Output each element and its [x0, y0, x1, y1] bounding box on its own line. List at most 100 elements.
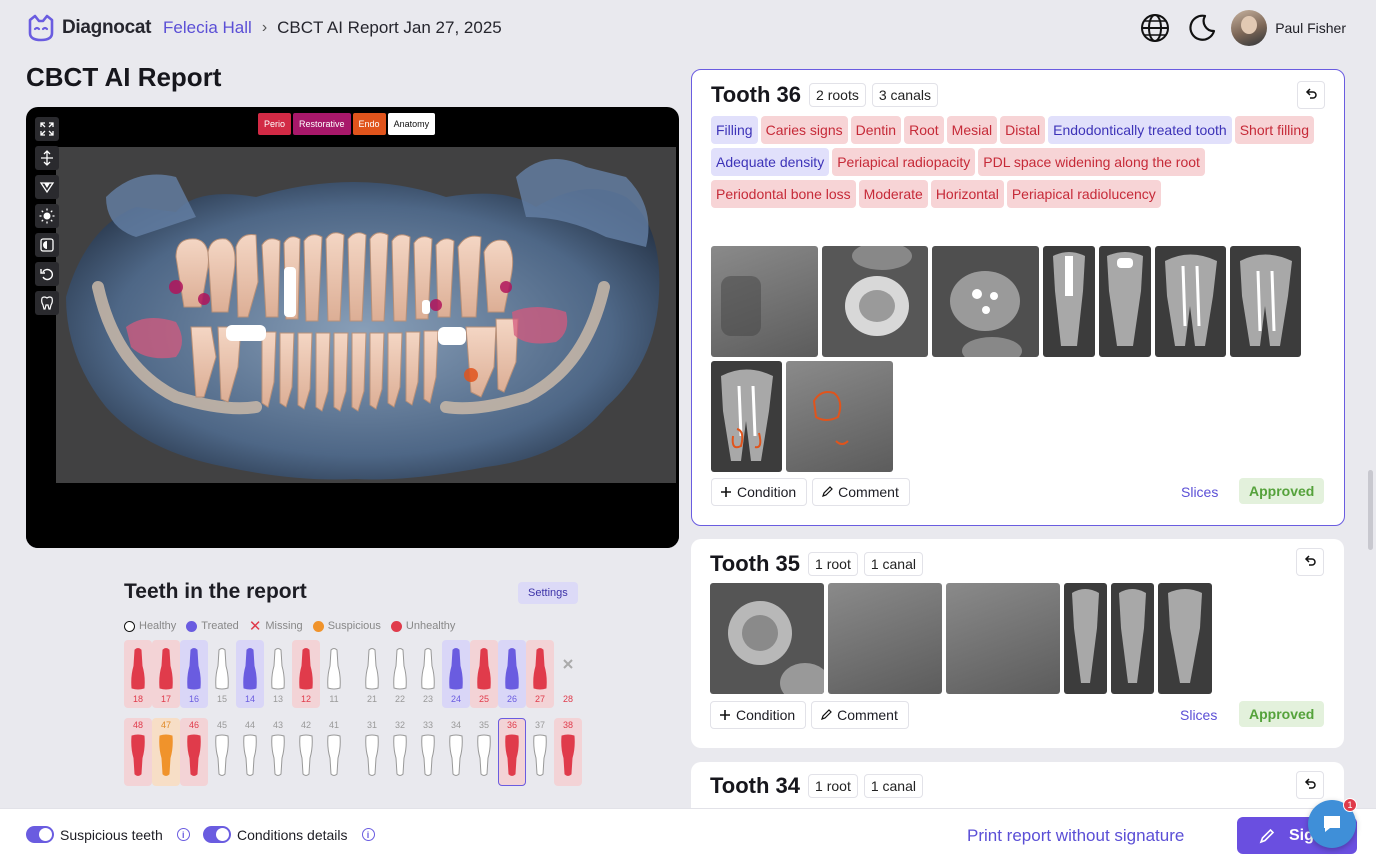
tooth-15[interactable]: 15: [208, 640, 236, 708]
user-name[interactable]: Paul Fisher: [1275, 20, 1346, 36]
slices-link[interactable]: Slices: [1181, 484, 1218, 500]
tooth-26[interactable]: 26: [498, 640, 526, 708]
condition-tag[interactable]: PDL space widening along the root: [978, 148, 1205, 176]
undo-button[interactable]: [1296, 548, 1324, 576]
tooth-31[interactable]: 31: [358, 718, 386, 786]
tooth-37[interactable]: 37: [526, 718, 554, 786]
print-without-signature-link[interactable]: Print report without signature: [967, 826, 1184, 846]
tooth-view-icon[interactable]: [35, 291, 59, 315]
add-comment-button[interactable]: Comment: [811, 701, 909, 729]
undo-button[interactable]: [1296, 771, 1324, 799]
tooth-27[interactable]: 27: [526, 640, 554, 708]
condition-tag[interactable]: Caries signs: [760, 116, 848, 144]
tooth-48[interactable]: 48: [124, 718, 152, 786]
tooth-23[interactable]: 23: [414, 640, 442, 708]
tooth-25[interactable]: 25: [470, 640, 498, 708]
app-logo[interactable]: Diagnocat: [26, 13, 151, 43]
globe-icon[interactable]: [1139, 12, 1171, 44]
tooth-32[interactable]: 32: [386, 718, 414, 786]
tooth-card-36[interactable]: Tooth 36 2 roots 3 canals Filling Caries …: [691, 69, 1345, 526]
contrast-icon[interactable]: [35, 233, 59, 257]
brightness-icon[interactable]: [35, 204, 59, 228]
split-vertical-icon[interactable]: [35, 146, 59, 170]
approved-badge[interactable]: Approved: [1239, 478, 1325, 504]
slice-thumbnail[interactable]: [1155, 246, 1226, 357]
condition-tag[interactable]: Adequate density: [711, 148, 830, 176]
scrollbar[interactable]: [1368, 470, 1373, 550]
condition-tag[interactable]: Mesial: [946, 116, 998, 144]
slice-thumbnail[interactable]: [711, 246, 818, 357]
expand-icon[interactable]: [35, 117, 59, 141]
slice-thumbnail[interactable]: [828, 583, 942, 694]
tooth-11[interactable]: 11: [320, 640, 348, 708]
slice-thumbnail[interactable]: [822, 246, 928, 357]
tooth-34[interactable]: 34: [442, 718, 470, 786]
layer-anatomy[interactable]: Anatomy: [387, 113, 436, 135]
suspicious-teeth-toggle[interactable]: [26, 826, 54, 843]
slice-thumbnail[interactable]: [1099, 246, 1151, 357]
tooth-28[interactable]: 28: [554, 640, 582, 708]
tooth-12[interactable]: 12: [292, 640, 320, 708]
info-icon[interactable]: i: [361, 828, 375, 841]
condition-tag[interactable]: Endodontically treated tooth: [1048, 116, 1232, 144]
tooth-45[interactable]: 45: [208, 718, 236, 786]
tooth-46[interactable]: 46: [180, 718, 208, 786]
tooth-21[interactable]: 21: [358, 640, 386, 708]
condition-tag[interactable]: Moderate: [858, 180, 928, 208]
slice-thumbnail[interactable]: [710, 583, 824, 694]
tooth-44[interactable]: 44: [236, 718, 264, 786]
triangle-filter-icon[interactable]: [35, 175, 59, 199]
tooth-16[interactable]: 16: [180, 640, 208, 708]
add-comment-button[interactable]: Comment: [812, 478, 910, 506]
tooth-33[interactable]: 33: [414, 718, 442, 786]
condition-tag[interactable]: Short filling: [1234, 116, 1314, 144]
tooth-36[interactable]: 36: [498, 718, 526, 786]
layer-perio[interactable]: Perio: [258, 113, 292, 135]
condition-tag[interactable]: Periodontal bone loss: [711, 180, 856, 208]
slice-thumbnail[interactable]: [1158, 583, 1212, 694]
tooth-24[interactable]: 24: [442, 640, 470, 708]
breadcrumb-patient[interactable]: Felecia Hall: [163, 18, 252, 38]
layer-restorative[interactable]: Restorative: [293, 113, 351, 135]
tooth-22[interactable]: 22: [386, 640, 414, 708]
condition-tag[interactable]: Periapical radiolucency: [1006, 180, 1161, 208]
undo-button[interactable]: [1297, 81, 1325, 109]
tooth-35[interactable]: 35: [470, 718, 498, 786]
tooth-14[interactable]: 14: [236, 640, 264, 708]
condition-tag[interactable]: Filling: [711, 116, 758, 144]
slice-thumbnail[interactable]: [1230, 246, 1301, 357]
tooth-card-35[interactable]: Tooth 35 1 root 1 canal Condition Commen…: [691, 539, 1344, 748]
slice-thumbnail[interactable]: [711, 361, 782, 472]
conditions-details-toggle[interactable]: [203, 826, 231, 843]
condition-tag[interactable]: Periapical radiopacity: [832, 148, 976, 176]
slices-link[interactable]: Slices: [1180, 707, 1217, 723]
condition-tag[interactable]: Horizontal: [930, 180, 1004, 208]
condition-tag[interactable]: Distal: [1000, 116, 1046, 144]
tooth-17[interactable]: 17: [152, 640, 180, 708]
condition-tag[interactable]: Root: [904, 116, 944, 144]
slice-thumbnail[interactable]: [932, 246, 1039, 357]
slice-thumbnail[interactable]: [1111, 583, 1154, 694]
3d-viewer[interactable]: Perio Restorative Endo Anatomy: [26, 107, 679, 548]
add-condition-button[interactable]: Condition: [710, 701, 807, 729]
condition-tag[interactable]: Dentin: [850, 116, 902, 144]
approved-badge[interactable]: Approved: [1239, 701, 1325, 727]
slice-thumbnail[interactable]: [1043, 246, 1095, 357]
tooth-18[interactable]: 18: [124, 640, 152, 708]
tooth-41[interactable]: 41: [320, 718, 348, 786]
layer-endo[interactable]: Endo: [352, 113, 386, 135]
slice-thumbnail[interactable]: [946, 583, 1060, 694]
chat-widget-button[interactable]: 1: [1308, 798, 1357, 848]
slice-thumbnail[interactable]: [786, 361, 893, 472]
teeth-settings-button[interactable]: Settings: [518, 582, 578, 604]
add-condition-button[interactable]: Condition: [711, 478, 808, 506]
reset-icon[interactable]: [35, 262, 59, 286]
slice-thumbnail[interactable]: [1064, 583, 1107, 694]
tooth-42[interactable]: 42: [292, 718, 320, 786]
avatar[interactable]: [1231, 10, 1268, 46]
tooth-43[interactable]: 43: [264, 718, 292, 786]
tooth-13[interactable]: 13: [264, 640, 292, 708]
tooth-47[interactable]: 47: [152, 718, 180, 786]
info-icon[interactable]: i: [176, 828, 190, 841]
tooth-38[interactable]: 38: [554, 718, 582, 786]
